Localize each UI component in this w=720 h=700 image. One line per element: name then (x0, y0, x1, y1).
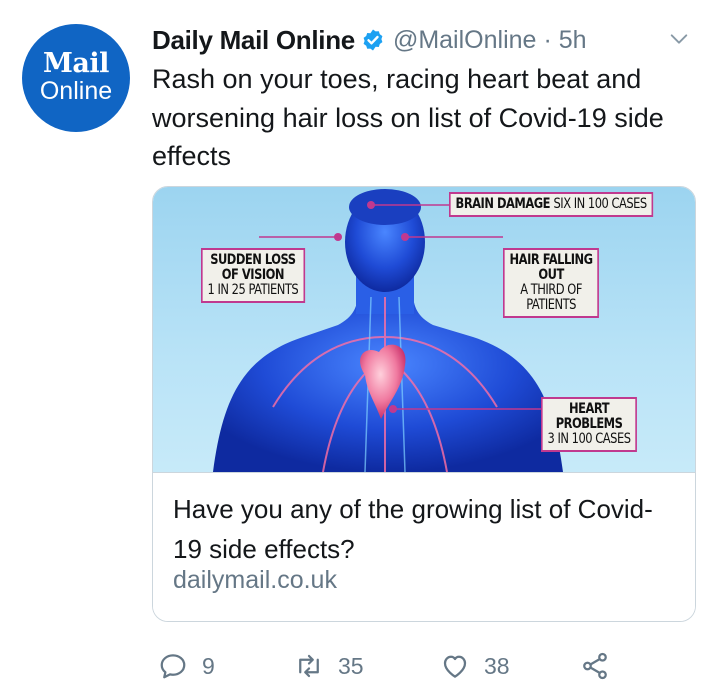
like-icon (443, 655, 467, 678)
card-info[interactable]: Have you any of the growing list of Covi… (153, 472, 695, 621)
header-separator: · (543, 25, 552, 54)
callout-heart: HEART PROBLEMS 3 IN 100 CASES (541, 397, 638, 452)
callout-vision: SUDDEN LOSS OF VISION 1 IN 25 PATIENTS (201, 248, 305, 303)
callout-vision-line2: OF VISION (221, 267, 285, 283)
retweet-count: 35 (338, 652, 364, 679)
callout-hair-normal1: A THIRD OF (520, 282, 582, 298)
share-icon (583, 652, 607, 680)
avatar-brand-bottom: Online (39, 77, 113, 105)
callout-hair-normal2: PATIENTS (526, 297, 576, 313)
tweet-actions: 9 35 38 (152, 646, 672, 686)
callout-brain-bold: BRAIN DAMAGE (455, 196, 551, 212)
callout-heart-normal: 3 IN 100 CASES (547, 431, 631, 447)
callout-heart-line2: PROBLEMS (555, 416, 623, 432)
callout-brain-damage: BRAIN DAMAGE SIX IN 100 CASES (449, 192, 654, 217)
callout-hair: HAIR FALLING OUT A THIRD OF PATIENTS (503, 248, 600, 318)
avatar[interactable]: Mail Online (22, 24, 130, 132)
reply-count: 9 (202, 652, 215, 679)
link-card[interactable]: BRAIN DAMAGE SIX IN 100 CASES SUDDEN LOS… (152, 186, 696, 622)
handle[interactable]: @MailOnline (393, 26, 536, 55)
chevron-down-icon[interactable] (668, 28, 690, 50)
callout-brain-normal: SIX IN 100 CASES (553, 196, 648, 212)
callout-hair-line1: HAIR FALLING (509, 252, 594, 268)
like-count: 38 (484, 652, 510, 679)
timestamp[interactable]: 5h (559, 26, 587, 55)
share-button[interactable] (580, 646, 624, 686)
tweet-text: Rash on your toes, racing heart beat and… (152, 64, 664, 171)
callout-vision-line1: SUDDEN LOSS (210, 252, 296, 268)
reply-icon (160, 654, 186, 679)
verified-badge-icon (363, 29, 383, 51)
avatar-brand-top: Mail (43, 48, 109, 79)
callout-heart-line1: HEART (569, 401, 610, 417)
retweet-button[interactable]: 35 (294, 646, 364, 686)
reply-button[interactable]: 9 (158, 646, 215, 686)
like-button[interactable]: 38 (440, 646, 510, 686)
callout-hair-line2: OUT (538, 267, 564, 283)
card-image[interactable]: BRAIN DAMAGE SIX IN 100 CASES SUDDEN LOS… (153, 187, 695, 472)
callout-vision-normal: 1 IN 25 PATIENTS (207, 282, 299, 298)
retweet-icon (299, 654, 319, 678)
tweet[interactable]: Mail Online Daily Mail Online @MailOnlin… (0, 0, 720, 700)
card-title[interactable]: Have you any of the growing list of Covi… (173, 489, 673, 569)
display-name[interactable]: Daily Mail Online (152, 25, 355, 56)
tweet-header: Daily Mail Online @MailOnline · 5h (152, 22, 712, 58)
card-domain: dailymail.co.uk (173, 566, 337, 594)
